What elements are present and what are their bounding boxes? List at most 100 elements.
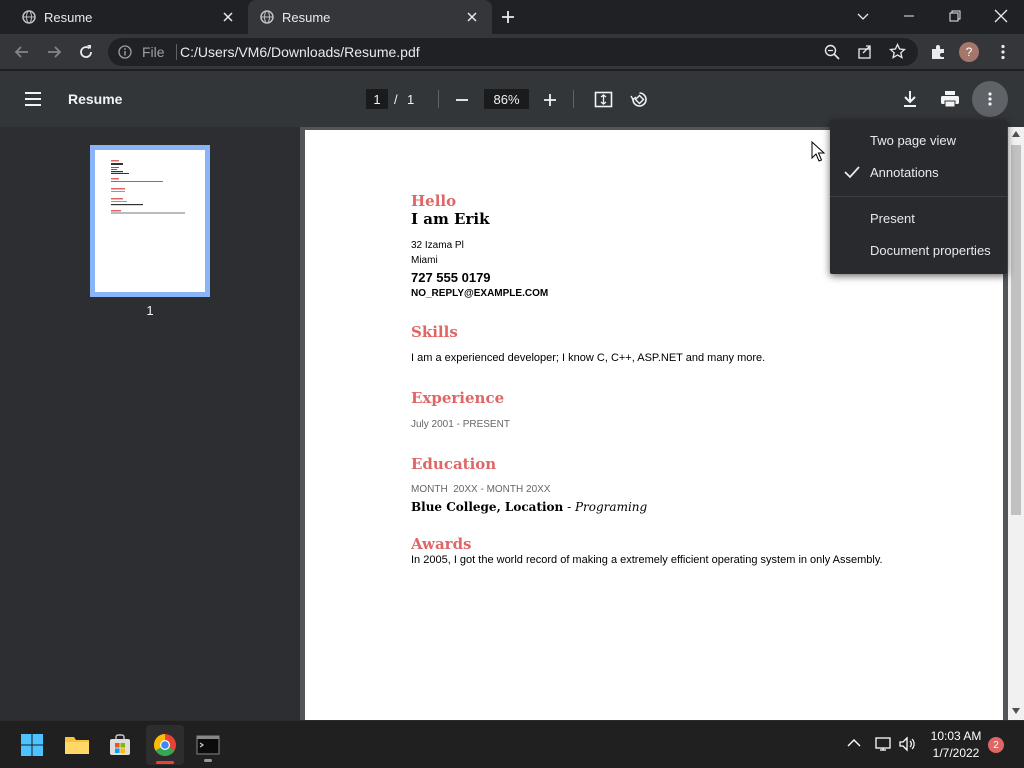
email-address: NO_REPLY@EXAMPLE.COM — [411, 288, 549, 299]
restore-button[interactable] — [932, 0, 978, 32]
scroll-down-arrow-icon[interactable] — [1012, 708, 1020, 714]
more-actions-button[interactable] — [972, 81, 1008, 117]
store-button[interactable] — [104, 729, 136, 761]
globe-icon — [22, 10, 36, 24]
address-line-1: 32 Izama Pl — [411, 240, 464, 251]
menu-separator — [830, 196, 1007, 197]
minimize-icon — [904, 15, 914, 17]
volume-icon[interactable] — [898, 736, 916, 752]
pdf-toolbar: Resume 1 / 1 86% — [0, 71, 1024, 127]
menu-item-annotations[interactable]: Annotations — [870, 165, 939, 180]
document-title: Resume — [68, 91, 123, 107]
clock-date[interactable]: 1/7/2022 — [926, 746, 986, 760]
restore-icon — [949, 10, 961, 22]
menu-item-present[interactable]: Present — [870, 211, 915, 226]
omnibox-divider — [176, 44, 177, 60]
terminal-button[interactable] — [192, 729, 224, 762]
menu-item-two-page-view[interactable]: Two page view — [870, 133, 956, 148]
scrollbar-thumb[interactable] — [1011, 145, 1021, 515]
skills-heading: Skills — [411, 323, 458, 341]
thumbnail-page — [95, 150, 205, 292]
education-field: Programing — [574, 500, 648, 514]
browser-toolbar: File C:/Users/VM6/Downloads/Resume.pdf ? — [0, 34, 1024, 70]
zoom-icon[interactable] — [824, 44, 840, 60]
info-icon[interactable] — [118, 45, 132, 59]
network-icon[interactable] — [874, 736, 892, 752]
education-dates: MONTH 20XX - MONTH 20XX — [411, 484, 551, 495]
bookmark-star-icon[interactable] — [889, 43, 906, 60]
mouse-cursor-icon — [811, 141, 825, 162]
address-line-2: Miami — [411, 255, 438, 266]
skills-text: I am a experienced developer; I know C, … — [411, 352, 766, 364]
more-vert-icon[interactable] — [994, 43, 1012, 61]
awards-heading: Awards — [411, 535, 472, 553]
education-line: Blue College, Location - Programing — [411, 500, 647, 514]
tab-search-button[interactable] — [840, 0, 886, 32]
extensions-puzzle-icon[interactable] — [929, 43, 947, 61]
url-text[interactable]: C:/Users/VM6/Downloads/Resume.pdf — [180, 44, 420, 60]
education-dash: - — [563, 500, 575, 514]
tab-title: Resume — [282, 9, 331, 25]
tab-resume-2[interactable]: Resume — [248, 0, 492, 34]
print-icon[interactable] — [940, 89, 960, 109]
back-button[interactable] — [10, 40, 34, 64]
profile-avatar[interactable]: ? — [959, 42, 979, 62]
experience-dates: July 2001 - PRESENT — [411, 419, 510, 430]
more-actions-menu: Two page view Annotations Present Docume… — [830, 120, 1007, 274]
arrow-right-icon — [48, 46, 62, 58]
reload-icon — [80, 45, 92, 58]
fit-page-icon[interactable] — [594, 90, 613, 109]
globe-icon — [260, 10, 274, 24]
menu-icon[interactable] — [24, 90, 42, 108]
toolbar-divider — [438, 90, 439, 108]
reload-button[interactable] — [74, 40, 98, 64]
rotate-icon[interactable] — [630, 90, 649, 109]
close-tab-icon[interactable] — [464, 9, 480, 25]
tab-resume-1[interactable]: Resume — [0, 0, 248, 34]
clock-time[interactable]: 10:03 AM — [926, 729, 986, 743]
close-window-button[interactable] — [978, 0, 1024, 32]
thumbnail-sidebar: 1 — [0, 127, 300, 720]
tab-title: Resume — [44, 9, 93, 25]
resume-name: I am Erik — [411, 210, 490, 228]
share-icon[interactable] — [857, 44, 873, 60]
experience-heading: Experience — [411, 389, 505, 407]
page-separator: / — [394, 92, 398, 107]
education-heading: Education — [411, 455, 497, 473]
page-thumbnail[interactable] — [90, 145, 210, 297]
zoom-input[interactable]: 86% — [484, 89, 529, 109]
zoom-out-icon[interactable] — [454, 92, 470, 108]
scheme-label: File — [142, 44, 165, 60]
store-bag-icon — [110, 734, 130, 755]
terminal-icon — [196, 735, 220, 755]
page-number-input[interactable]: 1 — [366, 89, 388, 109]
notification-badge[interactable]: 2 — [988, 737, 1004, 753]
start-button[interactable] — [16, 729, 48, 761]
checkmark-icon — [844, 166, 860, 179]
chrome-taskbar-button[interactable] — [146, 725, 184, 765]
address-bar[interactable]: File C:/Users/VM6/Downloads/Resume.pdf — [108, 38, 918, 66]
menu-item-document-properties[interactable]: Document properties — [870, 243, 991, 258]
toolbar-divider — [573, 90, 574, 108]
file-explorer-button[interactable] — [61, 729, 93, 761]
vertical-scrollbar[interactable] — [1008, 127, 1024, 720]
thumbnail-page-number: 1 — [146, 303, 154, 318]
open-app-indicator — [204, 759, 212, 762]
chevron-up-icon[interactable] — [847, 738, 861, 748]
chevron-down-icon — [857, 13, 869, 20]
taskbar: 10:03 AM 1/7/2022 2 — [0, 720, 1024, 768]
forward-button[interactable] — [42, 40, 66, 64]
close-tab-icon[interactable] — [220, 9, 236, 25]
resume-greeting: Hello — [411, 192, 457, 210]
more-vert-icon — [988, 92, 992, 106]
arrow-left-icon — [14, 46, 28, 58]
scroll-up-arrow-icon[interactable] — [1012, 131, 1020, 137]
awards-text: In 2005, I got the world record of makin… — [411, 554, 883, 566]
chrome-icon — [154, 734, 176, 756]
education-school: Blue College, Location — [411, 500, 564, 514]
phone-number: 727 555 0179 — [411, 270, 491, 285]
download-icon[interactable] — [901, 89, 919, 109]
minimize-button[interactable] — [886, 0, 932, 32]
new-tab-icon[interactable] — [500, 9, 516, 25]
zoom-in-icon[interactable] — [542, 92, 558, 108]
